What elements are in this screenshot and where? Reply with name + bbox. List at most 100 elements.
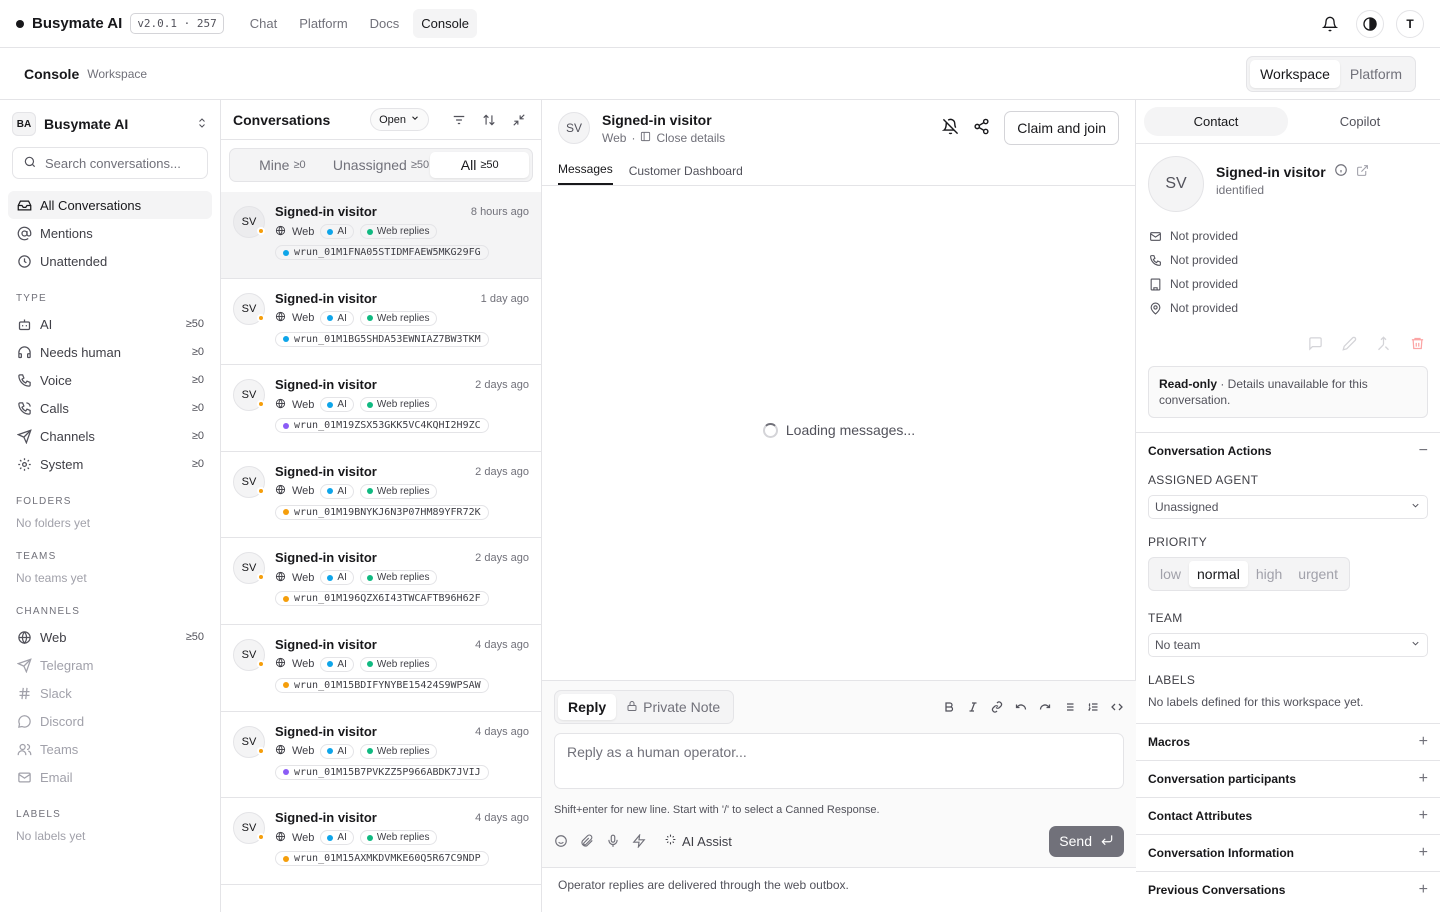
minus-icon[interactable]: − (1419, 442, 1428, 460)
priority-high-button[interactable]: high (1248, 561, 1290, 587)
sidebar-item-teams[interactable]: Teams (8, 735, 212, 763)
bold-icon[interactable] (942, 700, 956, 714)
scope-workspace-button[interactable]: Workspace (1250, 59, 1340, 88)
separator-dot: · (631, 130, 636, 145)
plus-icon[interactable]: + (1419, 881, 1428, 899)
panel-icon[interactable] (640, 131, 651, 145)
priority-urgent-button[interactable]: urgent (1290, 561, 1346, 587)
sort-icon[interactable] (479, 110, 499, 130)
theme-toggle-icon[interactable] (1356, 9, 1384, 38)
undo-icon[interactable] (1014, 700, 1028, 714)
code-icon[interactable] (1110, 700, 1124, 714)
conversation-row[interactable]: SV Signed-in visitor 2 days ago Web AI Web re… (221, 365, 541, 452)
tab-copilot[interactable]: Copilot (1288, 107, 1432, 136)
private-note-mode-button[interactable]: Private Note (616, 694, 730, 720)
send-button[interactable]: Send (1049, 825, 1124, 857)
sidebar-item-all-conversations[interactable]: All Conversations (8, 191, 212, 219)
section-macros[interactable]: Macros + (1136, 723, 1440, 760)
claim-and-join-button[interactable]: Claim and join (1004, 111, 1119, 145)
conversation-row[interactable]: SV Signed-in visitor 4 days ago Web AI Web re… (221, 712, 541, 799)
sidebar-item-calls[interactable]: Calls ≥0 (8, 394, 212, 422)
trash-icon[interactable] (1408, 334, 1426, 352)
sidebar-item-slack[interactable]: Slack (8, 679, 212, 707)
tab-contact[interactable]: Contact (1144, 107, 1288, 136)
bell-icon[interactable] (1316, 10, 1344, 38)
share-icon[interactable] (973, 118, 990, 138)
tab-all[interactable]: All ≥50 (430, 152, 530, 178)
plus-icon[interactable]: + (1419, 770, 1428, 788)
tab-unassigned[interactable]: Unassigned ≥50 (332, 152, 431, 178)
sidebar-item-voice[interactable]: Voice ≥0 (8, 366, 212, 394)
italic-icon[interactable] (966, 700, 980, 714)
tab-customer-dashboard[interactable]: Customer Dashboard (629, 164, 743, 185)
user-avatar[interactable]: T (1396, 9, 1424, 38)
ai-badge-label: AI (337, 399, 347, 411)
merge-icon[interactable] (1374, 334, 1392, 352)
zap-icon[interactable] (632, 834, 646, 848)
section-conversation-participants[interactable]: Conversation participants + (1136, 760, 1440, 797)
conversation-time: 2 days ago (475, 552, 529, 565)
sidebar-item-telegram[interactable]: Telegram (8, 651, 212, 679)
close-details-link[interactable]: Close details (656, 131, 725, 145)
sidebar-item-discord[interactable]: Discord (8, 707, 212, 735)
numbered-list-icon[interactable] (1086, 700, 1100, 714)
contact-email-value: Not provided (1170, 229, 1239, 243)
section-contact-attributes[interactable]: Contact Attributes + (1136, 797, 1440, 834)
priority-low-button[interactable]: low (1152, 561, 1189, 587)
sidebar-item-web[interactable]: Web ≥50 (8, 623, 212, 651)
plus-icon[interactable]: + (1419, 807, 1428, 825)
plus-icon[interactable]: + (1419, 844, 1428, 862)
reply-input[interactable] (567, 744, 1111, 778)
sidebar-item-system[interactable]: System ≥0 (8, 450, 212, 478)
brand-name[interactable]: Busymate AI (32, 15, 122, 32)
nav-link-platform[interactable]: Platform (291, 9, 355, 38)
nav-link-chat[interactable]: Chat (242, 9, 285, 38)
conversation-row[interactable]: SV Signed-in visitor 1 day ago Web AI Web rep… (221, 279, 541, 366)
replies-dot (366, 315, 373, 322)
scope-platform-button[interactable]: Platform (1340, 60, 1412, 88)
redo-icon[interactable] (1038, 700, 1052, 714)
collapse-icon[interactable] (509, 110, 529, 130)
paperclip-icon[interactable] (580, 834, 594, 848)
section-previous-conversations[interactable]: Previous Conversations + (1136, 871, 1440, 908)
conversation-row[interactable]: SV Signed-in visitor 8 hours ago Web AI Web r… (221, 192, 541, 279)
ai-badge-label: AI (337, 312, 347, 324)
status-filter-dropdown[interactable]: Open (370, 108, 429, 131)
assigned-agent-select[interactable]: Unassigned (1148, 495, 1428, 519)
priority-normal-button[interactable]: normal (1189, 561, 1248, 587)
sidebar-item-mentions[interactable]: Mentions (8, 219, 212, 247)
emoji-icon[interactable] (554, 834, 568, 848)
conversation-row[interactable]: SV Signed-in visitor 2 days ago Web AI Web re… (221, 538, 541, 625)
ai-assist-button[interactable]: AI Assist (664, 833, 732, 849)
edit-icon[interactable] (1340, 334, 1358, 352)
conversation-row[interactable]: SV Signed-in visitor 2 days ago Web AI Web re… (221, 452, 541, 539)
nav-link-console[interactable]: Console (413, 9, 477, 38)
conversation-row[interactable]: SV Signed-in visitor 4 days ago Web AI Web re… (221, 798, 541, 885)
workspace-switcher[interactable]: BA Busymate AI (8, 112, 212, 136)
tab-mine[interactable]: Mine ≥0 (233, 152, 332, 178)
sidebar-item-email[interactable]: Email (8, 763, 212, 791)
mail-icon (16, 769, 32, 785)
bullet-list-icon[interactable] (1062, 700, 1076, 714)
sidebar-item-channels[interactable]: Channels ≥0 (8, 422, 212, 450)
filter-icon[interactable] (449, 110, 469, 130)
conversation-actions-header[interactable]: Conversation Actions − (1148, 433, 1428, 469)
reply-mode-button[interactable]: Reply (558, 694, 617, 720)
sidebar-item-unattended[interactable]: Unattended (8, 247, 212, 275)
section-conversation-information[interactable]: Conversation Information + (1136, 834, 1440, 871)
nav-link-docs[interactable]: Docs (362, 9, 408, 38)
link-icon[interactable] (990, 700, 1004, 714)
plus-icon[interactable]: + (1419, 733, 1428, 751)
bell-off-icon[interactable] (942, 118, 959, 138)
sidebar-item-needs-human[interactable]: Needs human ≥0 (8, 338, 212, 366)
team-select[interactable]: No team (1148, 633, 1428, 657)
external-link-icon[interactable] (1356, 164, 1369, 180)
info-icon[interactable] (1334, 163, 1348, 180)
conversation-row[interactable]: SV Signed-in visitor 4 days ago Web AI Web re… (221, 625, 541, 712)
microphone-icon[interactable] (606, 834, 620, 848)
tab-messages[interactable]: Messages (558, 162, 613, 185)
message-square-icon[interactable] (1306, 334, 1324, 352)
scope-toggle: Workspace Platform (1246, 55, 1416, 92)
sidebar-item-ai[interactable]: AI ≥50 (8, 310, 212, 338)
search-input[interactable] (45, 155, 195, 171)
